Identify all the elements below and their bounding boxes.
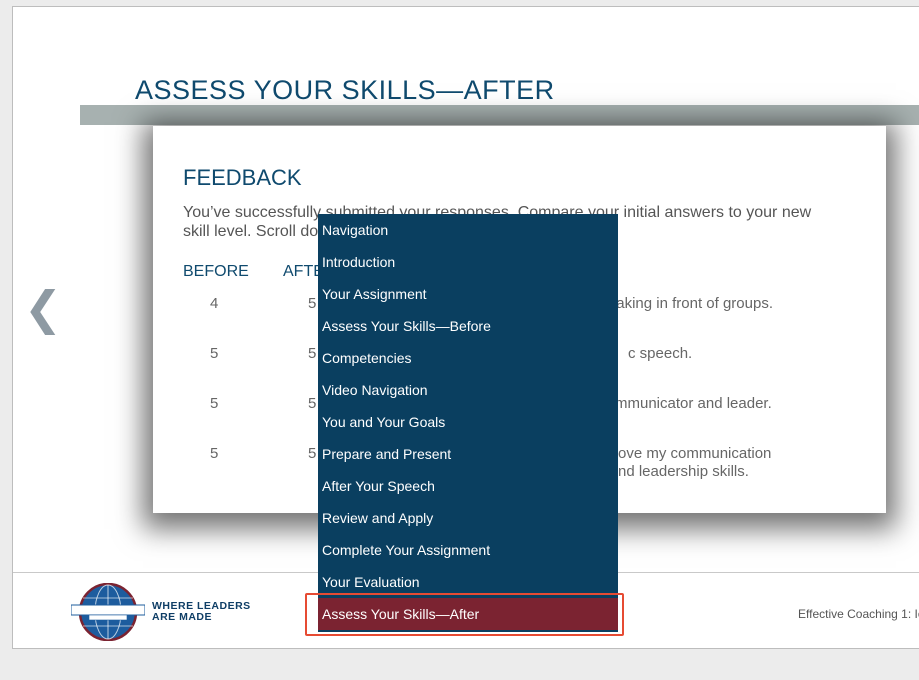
after-score: 5	[308, 445, 317, 462]
after-score: 5	[308, 345, 317, 362]
skill-statement-line1: ove my communication	[618, 445, 772, 462]
feedback-intro-line2: skill level. Scroll do	[183, 223, 319, 240]
after-score: 5	[308, 395, 317, 412]
before-score: 5	[210, 395, 219, 412]
toastmasters-logo	[70, 582, 146, 642]
before-score: 5	[210, 445, 219, 462]
feedback-intro-line1-start: You’ve successfully	[183, 204, 322, 221]
skill-statement-line2: nd leadership skills.	[618, 463, 749, 480]
menu-item-complete-your-assignment[interactable]: Complete Your Assignment	[318, 534, 618, 566]
previous-slide-arrow-icon[interactable]: ❮	[23, 285, 63, 335]
tagline: WHERE LEADERS ARE MADE	[152, 601, 251, 623]
menu-item-introduction[interactable]: Introduction	[318, 246, 618, 278]
navigation-menu: Navigation Introduction Your Assignment …	[318, 214, 618, 632]
skill-statement: c speech.	[628, 345, 828, 363]
feedback-intro-line1-end: initial answers to your new	[623, 204, 812, 221]
skill-statement-line1: mmunicator and leader.	[615, 395, 772, 412]
menu-item-you-and-your-goals[interactable]: You and Your Goals	[318, 406, 618, 438]
menu-item-competencies[interactable]: Competencies	[318, 342, 618, 374]
tagline-line2: ARE MADE	[152, 611, 213, 623]
skill-statement: ove my communication nd leadership skill…	[618, 445, 838, 481]
skill-statement: mmunicator and leader.	[615, 395, 855, 413]
menu-item-assess-skills-before[interactable]: Assess Your Skills—Before	[318, 310, 618, 342]
menu-item-prepare-and-present[interactable]: Prepare and Present	[318, 438, 618, 470]
feedback-heading: FEEDBACK	[183, 165, 302, 190]
menu-item-review-and-apply[interactable]: Review and Apply	[318, 502, 618, 534]
course-name: Effective Coaching 1: Io	[798, 607, 919, 621]
menu-item-navigation[interactable]: Navigation	[318, 214, 618, 246]
menu-item-assess-skills-after[interactable]: Assess Your Skills—After	[318, 598, 618, 630]
before-score: 5	[210, 345, 219, 362]
title-underline-bar	[80, 105, 919, 125]
after-score: 5	[308, 295, 317, 312]
before-column-header: BEFORE	[183, 263, 249, 280]
skill-statement-line1: aking in front of groups.	[616, 295, 773, 312]
skill-statement-line1: c speech.	[628, 345, 693, 362]
menu-item-your-evaluation[interactable]: Your Evaluation	[318, 566, 618, 598]
slide-title: ASSESS YOUR SKILLS—AFTER	[135, 75, 555, 105]
before-score: 4	[210, 295, 219, 312]
toastmasters-globe-icon	[70, 582, 146, 642]
menu-item-your-assignment[interactable]: Your Assignment	[318, 278, 618, 310]
menu-item-after-your-speech[interactable]: After Your Speech	[318, 470, 618, 502]
menu-item-video-navigation[interactable]: Video Navigation	[318, 374, 618, 406]
